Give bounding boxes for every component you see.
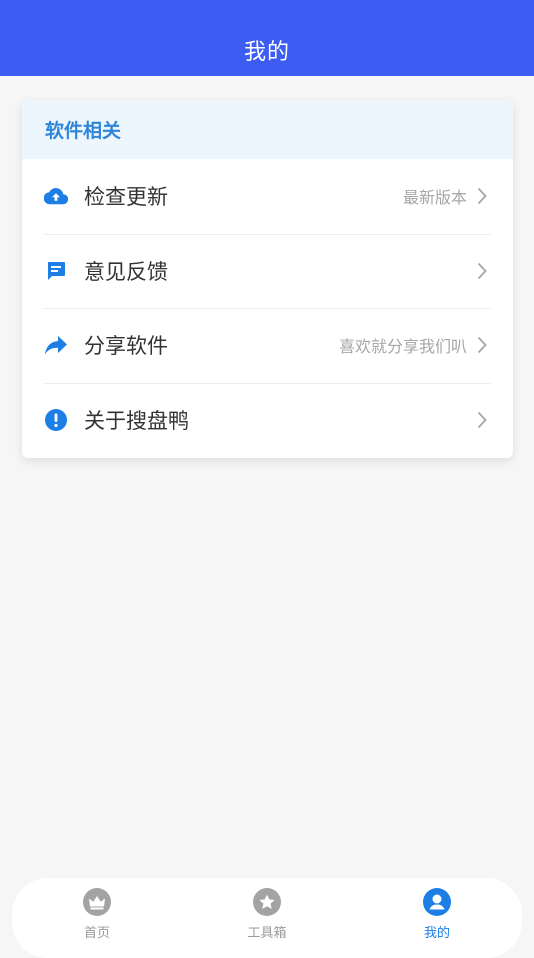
cloud-upload-icon	[44, 184, 68, 208]
info-icon	[44, 408, 68, 432]
software-section-card: 软件相关 检查更新 最新版本 意见反馈 分享软件 喜欢就分享我们叭 关于搜盘鸭	[22, 100, 513, 458]
star-icon	[253, 888, 281, 916]
check-update-value: 最新版本	[402, 188, 467, 208]
section-header: 软件相关	[22, 100, 513, 159]
tab-toolbox[interactable]: 工具箱	[182, 878, 352, 958]
chevron-right-icon	[475, 410, 489, 430]
user-icon	[423, 888, 451, 916]
section-title: 软件相关	[45, 120, 122, 142]
check-update-row[interactable]: 检查更新 最新版本	[22, 159, 513, 234]
about-row[interactable]: 关于搜盘鸭	[22, 382, 513, 458]
check-update-label: 检查更新	[84, 185, 168, 210]
bottom-tab-bar: 首页 工具箱 我的	[12, 878, 522, 958]
tab-mine[interactable]: 我的	[352, 878, 522, 958]
tab-toolbox-label: 工具箱	[247, 926, 287, 941]
about-label: 关于搜盘鸭	[84, 408, 189, 433]
chevron-right-icon	[475, 261, 489, 281]
share-label: 分享软件	[84, 334, 168, 359]
page-title: 我的	[243, 40, 290, 65]
tab-home[interactable]: 首页	[12, 878, 182, 958]
tab-home-label: 首页	[83, 926, 110, 941]
header-bar: 我的	[0, 0, 534, 76]
feedback-icon	[44, 259, 68, 283]
feedback-label: 意见反馈	[84, 259, 168, 284]
share-icon	[44, 333, 68, 357]
share-row[interactable]: 分享软件 喜欢就分享我们叭	[22, 308, 513, 383]
feedback-row[interactable]: 意见反馈	[22, 233, 513, 309]
share-value: 喜欢就分享我们叭	[338, 337, 467, 357]
chevron-right-icon	[475, 335, 489, 355]
chevron-right-icon	[475, 186, 489, 206]
crown-icon	[83, 888, 111, 916]
tab-mine-label: 我的	[423, 926, 450, 941]
